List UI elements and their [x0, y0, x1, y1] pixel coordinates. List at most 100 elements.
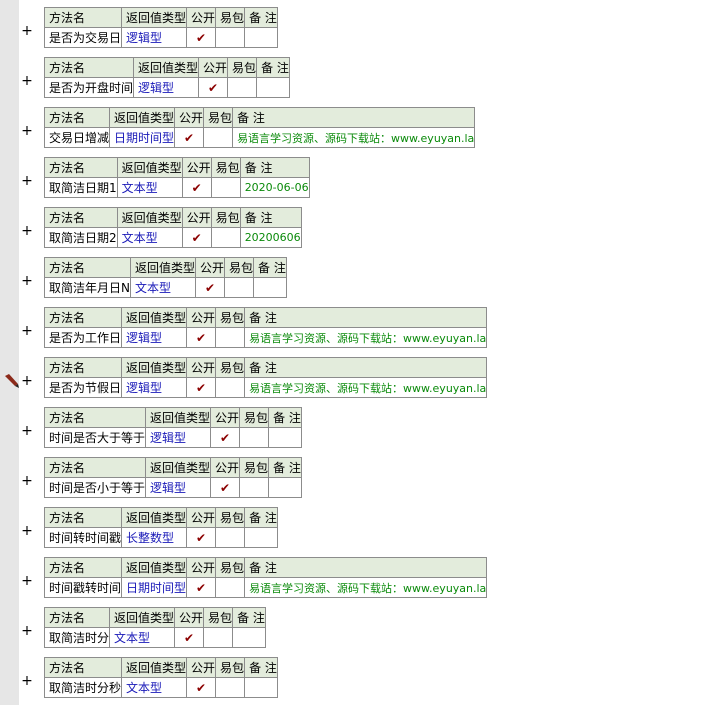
return-type-cell[interactable]: 日期时间型 [109, 127, 176, 148]
return-type-cell[interactable]: 逻辑型 [145, 427, 212, 448]
method-name-cell[interactable]: 时间转时间戳 [43, 527, 123, 548]
method-name-cell[interactable]: 是否为节假日 [43, 377, 123, 398]
public-cell[interactable]: ✔ [210, 427, 241, 448]
public-cell[interactable]: ✔ [174, 127, 205, 148]
return-type-cell[interactable]: 文本型 [116, 177, 183, 198]
method-name-cell[interactable]: 时间是否小于等于 [43, 477, 147, 498]
method-name-cell[interactable]: 取简洁年月日N [44, 277, 131, 298]
easy-package-cell[interactable] [215, 577, 246, 598]
expand-button[interactable]: + [20, 124, 34, 138]
note-cell[interactable]: 易语言学习资源、源码下载站：www.eyuyan.la [244, 577, 488, 598]
method-name-cell[interactable]: 时间是否大于等于 [43, 427, 147, 448]
easy-package-cell[interactable] [215, 527, 246, 548]
method-name-cell[interactable]: 是否为开盘时间 [43, 77, 135, 98]
public-cell[interactable]: ✔ [181, 227, 212, 248]
public-cell[interactable]: ✔ [186, 27, 217, 48]
header-note: 备 注 [244, 357, 488, 378]
public-cell[interactable]: ✔ [186, 677, 217, 698]
easy-package-cell[interactable] [210, 177, 241, 198]
note-cell[interactable]: 易语言学习资源、源码下载站：www.eyuyan.la [244, 327, 488, 348]
public-cell[interactable]: ✔ [210, 477, 241, 498]
method-name-cell[interactable]: 取简洁日期1 [44, 177, 118, 198]
note-cell[interactable]: 2020-06-06 [239, 177, 310, 198]
note-cell[interactable] [268, 477, 302, 498]
note-cell[interactable]: 易语言学习资源、源码下载站：www.eyuyan.la [244, 377, 488, 398]
return-type-cell[interactable]: 长整数型 [121, 527, 188, 548]
header-easy-package: 易包 [215, 657, 246, 678]
note-cell[interactable] [253, 277, 287, 298]
method-name-cell[interactable]: 取简洁日期2 [44, 227, 118, 248]
return-type-cell[interactable]: 逻辑型 [145, 477, 212, 498]
method-table: 方法名 返回值类型 公开 易包备 注时间是否大于等于 逻辑型 ✔ [43, 407, 302, 448]
note-cell[interactable] [244, 27, 278, 48]
note-cell[interactable] [232, 627, 266, 648]
easy-package-cell[interactable] [239, 427, 270, 448]
return-type-cell[interactable]: 文本型 [109, 627, 176, 648]
checkmark-icon: ✔ [184, 130, 195, 145]
expand-button[interactable]: + [20, 574, 34, 588]
method-name-cell[interactable]: 取简洁时分秒 [43, 677, 123, 698]
expand-button[interactable]: + [20, 74, 34, 88]
expand-button[interactable]: + [20, 324, 34, 338]
easy-package-cell[interactable] [215, 377, 246, 398]
expand-button[interactable]: + [20, 24, 34, 38]
easy-package-cell[interactable] [203, 627, 234, 648]
easy-package-cell[interactable] [210, 227, 241, 248]
easy-package-cell[interactable] [215, 327, 246, 348]
header-row: 方法名 返回值类型 公开 易包备 注 [43, 407, 302, 428]
easy-package-cell[interactable] [227, 77, 258, 98]
editor-gutter [0, 0, 19, 705]
easy-package-cell[interactable] [224, 277, 255, 298]
return-type-cell[interactable]: 逻辑型 [121, 327, 188, 348]
public-cell[interactable]: ✔ [186, 327, 217, 348]
easy-package-cell[interactable] [203, 127, 234, 148]
method-name-cell[interactable]: 取简洁时分 [43, 627, 111, 648]
note-cell[interactable]: 20200606 [239, 227, 302, 248]
return-type-cell[interactable]: 逻辑型 [133, 77, 200, 98]
note-cell[interactable] [244, 527, 278, 548]
expand-button[interactable]: + [20, 224, 34, 238]
header-row: 方法名 返回值类型 公开 易包备 注 [43, 307, 488, 328]
return-type-cell[interactable]: 文本型 [116, 227, 183, 248]
expand-button[interactable]: + [20, 174, 34, 188]
note-cell[interactable]: 易语言学习资源、源码下载站：www.eyuyan.la [232, 127, 476, 148]
method-name-cell[interactable]: 交易日增减 [43, 127, 111, 148]
return-type-cell[interactable]: 逻辑型 [121, 27, 188, 48]
public-cell[interactable]: ✔ [181, 177, 212, 198]
header-method-name: 方法名 [44, 257, 131, 278]
method-name-cell[interactable]: 是否为交易日 [43, 27, 123, 48]
public-cell[interactable]: ✔ [194, 277, 226, 298]
public-cell[interactable]: ✔ [186, 377, 217, 398]
return-type-cell[interactable]: 文本型 [129, 277, 197, 298]
public-cell[interactable]: ✔ [198, 77, 229, 98]
method-row: 取简洁日期2 文本型 ✔ 20200606 [44, 227, 302, 248]
public-cell[interactable]: ✔ [174, 627, 205, 648]
header-method-name: 方法名 [43, 307, 123, 328]
expand-button[interactable]: + [20, 474, 34, 488]
method-name-cell[interactable]: 时间戳转时间 [43, 577, 123, 598]
return-type-cell[interactable]: 逻辑型 [121, 377, 188, 398]
public-cell[interactable]: ✔ [186, 527, 217, 548]
return-type-cell[interactable]: 文本型 [121, 677, 188, 698]
easy-package-cell[interactable] [215, 677, 246, 698]
expand-button[interactable]: + [20, 274, 34, 288]
expand-button[interactable]: + [20, 624, 34, 638]
easy-package-cell[interactable] [215, 27, 246, 48]
header-easy-package: 易包 [239, 457, 270, 478]
expand-button[interactable]: + [20, 674, 34, 688]
header-row: 方法名 返回值类型 公开 易包备 注 [43, 7, 278, 28]
expand-button[interactable]: + [20, 424, 34, 438]
public-cell[interactable]: ✔ [186, 577, 217, 598]
expand-button[interactable]: + [20, 524, 34, 538]
return-type-cell[interactable]: 日期时间型 [121, 577, 188, 598]
note-cell[interactable] [244, 677, 278, 698]
header-method-name: 方法名 [43, 657, 123, 678]
header-row: 方法名 返回值类型 公开 易包备 注 [43, 57, 290, 78]
note-cell[interactable] [256, 77, 290, 98]
note-cell[interactable] [268, 427, 302, 448]
expand-button[interactable]: + [20, 374, 34, 388]
header-note: 备 注 [244, 507, 278, 528]
header-note: 备 注 [253, 257, 287, 278]
easy-package-cell[interactable] [239, 477, 270, 498]
method-name-cell[interactable]: 是否为工作日 [43, 327, 123, 348]
